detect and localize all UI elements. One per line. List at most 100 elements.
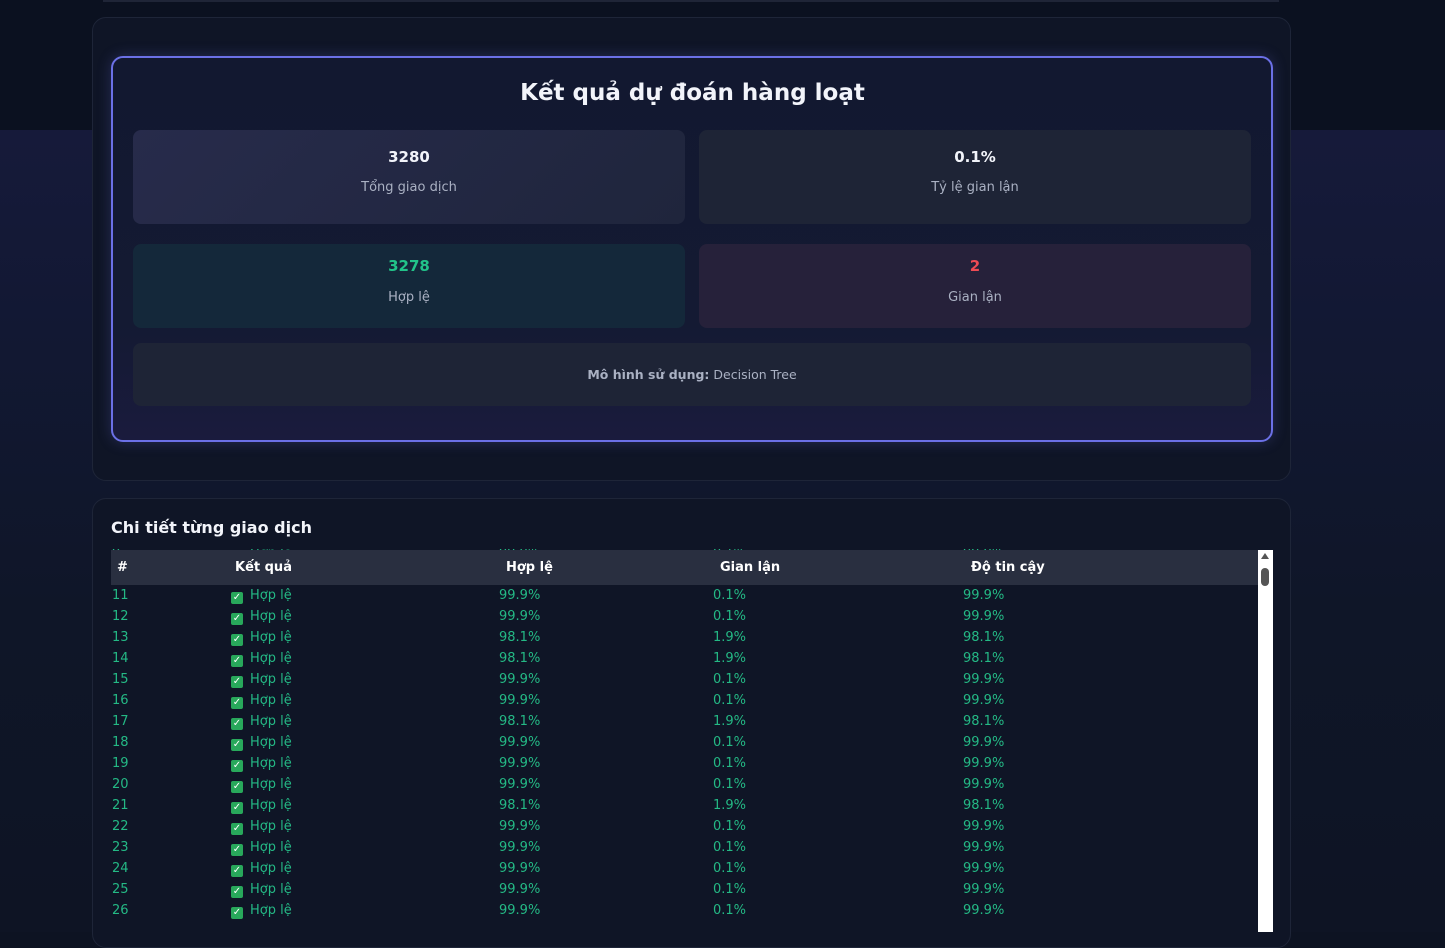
check-box-icon: ✓ bbox=[231, 865, 243, 877]
row-result: ✓ Hợp lệ bbox=[231, 882, 292, 898]
row-result-label: Hợp lệ bbox=[250, 651, 292, 666]
stat-fraud-rate-label: Tỷ lệ gian lận bbox=[931, 180, 1019, 195]
row-index: 17 bbox=[112, 714, 129, 729]
row-result-label: Hợp lệ bbox=[250, 588, 292, 603]
row-result: ✓ Hợp lệ bbox=[231, 756, 292, 772]
row-result-label: Hợp lệ bbox=[250, 861, 292, 876]
row-result: ✓ Hợp lệ bbox=[231, 903, 292, 919]
check-box-icon: ✓ bbox=[231, 676, 243, 688]
table-row: 15 ✓ Hợp lệ 99.9% 0.1% 99.9% bbox=[111, 670, 1258, 691]
row-fraud-prob: 1.9% bbox=[713, 651, 747, 666]
result-title: Kết quả dự đoán hàng loạt bbox=[520, 80, 865, 106]
row-confidence: 99.9% bbox=[963, 588, 1005, 603]
stat-fraud-value: 2 bbox=[969, 257, 981, 275]
row-result-label: Hợp lệ bbox=[250, 777, 292, 792]
model-info: Mô hình sử dụng: Decision Tree bbox=[133, 343, 1251, 406]
row-valid-prob: 99.9% bbox=[499, 609, 541, 624]
row-valid-prob: 98.1% bbox=[499, 630, 541, 645]
row-index: 24 bbox=[112, 861, 129, 876]
stat-fraud-card: 2 Gian lận bbox=[699, 244, 1251, 328]
row-fraud-prob: 0.1% bbox=[713, 840, 747, 855]
details-table[interactable]: # Kết quả Hợp lệ Gian lận Độ tin cậy 9✓H… bbox=[111, 549, 1273, 932]
row-valid-prob: 99.9% bbox=[499, 735, 541, 750]
stat-total-label: Tổng giao dịch bbox=[361, 180, 457, 195]
table-row: 25 ✓ Hợp lệ 99.9% 0.1% 99.9% bbox=[111, 880, 1258, 901]
check-box-icon: ✓ bbox=[231, 634, 243, 646]
table-row: 24 ✓ Hợp lệ 99.9% 0.1% 99.9% bbox=[111, 859, 1258, 880]
details-title: Chi tiết từng giao dịch bbox=[111, 518, 312, 537]
row-valid-prob: 98.1% bbox=[499, 714, 541, 729]
row-fraud-prob: 1.9% bbox=[713, 714, 747, 729]
row-confidence: 99.9% bbox=[963, 693, 1005, 708]
check-box-icon: ✓ bbox=[231, 613, 243, 625]
row-result: ✓ Hợp lệ bbox=[231, 819, 292, 835]
row-result-label: Hợp lệ bbox=[250, 630, 292, 645]
row-confidence: 99.9% bbox=[963, 840, 1005, 855]
table-row: 26 ✓ Hợp lệ 99.9% 0.1% 99.9% bbox=[111, 901, 1258, 922]
row-result: ✓ Hợp lệ bbox=[231, 693, 292, 709]
row-confidence: 99.9% bbox=[963, 777, 1005, 792]
check-box-icon: ✓ bbox=[231, 697, 243, 709]
table-row: 12 ✓ Hợp lệ 99.9% 0.1% 99.9% bbox=[111, 607, 1258, 628]
row-index: 15 bbox=[112, 672, 129, 687]
row-confidence: 99.9% bbox=[963, 756, 1005, 771]
row-result-label: Hợp lệ bbox=[250, 840, 292, 855]
row-index: 18 bbox=[112, 735, 129, 750]
row-result: ✓ Hợp lệ bbox=[231, 714, 292, 730]
row-fraud-prob: 0.1% bbox=[713, 861, 747, 876]
row-result-label: Hợp lệ bbox=[250, 903, 292, 918]
row-confidence: 99.9% bbox=[963, 672, 1005, 687]
row-result: ✓ Hợp lệ bbox=[231, 861, 292, 877]
divider bbox=[103, 0, 1279, 2]
row-confidence: 99.9% bbox=[963, 861, 1005, 876]
row-fraud-prob: 0.1% bbox=[713, 735, 747, 750]
model-label: Mô hình sử dụng: bbox=[587, 367, 710, 382]
table-row: 23 ✓ Hợp lệ 99.9% 0.1% 99.9% bbox=[111, 838, 1258, 859]
row-confidence: 99.9% bbox=[963, 882, 1005, 897]
row-fraud-prob: 0.1% bbox=[713, 693, 747, 708]
table-row: 13 ✓ Hợp lệ 98.1% 1.9% 98.1% bbox=[111, 628, 1258, 649]
stat-fraud-rate-card: 0.1% Tỷ lệ gian lận bbox=[699, 130, 1251, 224]
row-index: 21 bbox=[112, 798, 129, 813]
row-valid-prob: 99.9% bbox=[499, 588, 541, 603]
row-result-label: Hợp lệ bbox=[250, 735, 292, 750]
check-box-icon: ✓ bbox=[231, 823, 243, 835]
stat-fraud-label: Gian lận bbox=[948, 290, 1002, 305]
row-confidence: 98.1% bbox=[963, 798, 1005, 813]
row-confidence: 99.9% bbox=[963, 903, 1005, 918]
row-confidence: 98.1% bbox=[963, 651, 1005, 666]
table-row: 21 ✓ Hợp lệ 98.1% 1.9% 98.1% bbox=[111, 796, 1258, 817]
table-row: 16 ✓ Hợp lệ 99.9% 0.1% 99.9% bbox=[111, 691, 1258, 712]
table-scrollbar[interactable] bbox=[1258, 550, 1273, 932]
row-confidence: 99.9% bbox=[963, 609, 1005, 624]
row-fraud-prob: 0.1% bbox=[713, 609, 747, 624]
row-valid-prob: 99.9% bbox=[499, 882, 541, 897]
row-index: 13 bbox=[112, 630, 129, 645]
row-result-label: Hợp lệ bbox=[250, 882, 292, 897]
row-result: ✓ Hợp lệ bbox=[231, 735, 292, 751]
row-fraud-prob: 0.1% bbox=[713, 756, 747, 771]
header-index: # bbox=[117, 560, 128, 575]
row-result: ✓ Hợp lệ bbox=[231, 651, 292, 667]
check-box-icon: ✓ bbox=[231, 739, 243, 751]
row-valid-prob: 99.9% bbox=[499, 840, 541, 855]
row-result: ✓ Hợp lệ bbox=[231, 609, 292, 625]
check-box-icon: ✓ bbox=[231, 844, 243, 856]
row-fraud-prob: 0.1% bbox=[713, 588, 747, 603]
scroll-thumb[interactable] bbox=[1261, 568, 1269, 586]
stat-fraud-rate-value: 0.1% bbox=[954, 148, 996, 166]
row-result: ✓ Hợp lệ bbox=[231, 672, 292, 688]
row-result: ✓ Hợp lệ bbox=[231, 798, 292, 814]
row-result-label: Hợp lệ bbox=[250, 693, 292, 708]
row-fraud-prob: 0.1% bbox=[713, 777, 747, 792]
row-valid-prob: 98.1% bbox=[499, 798, 541, 813]
row-result-label: Hợp lệ bbox=[250, 798, 292, 813]
row-fraud-prob: 0.1% bbox=[713, 882, 747, 897]
row-valid-prob: 99.9% bbox=[499, 756, 541, 771]
row-index: 22 bbox=[112, 819, 129, 834]
row-index: 11 bbox=[112, 588, 129, 603]
stat-valid-card: 3278 Hợp lệ bbox=[133, 244, 685, 328]
header-fraud: Gian lận bbox=[720, 560, 781, 575]
scroll-up-arrow-icon[interactable] bbox=[1261, 553, 1269, 559]
row-valid-prob: 99.9% bbox=[499, 903, 541, 918]
